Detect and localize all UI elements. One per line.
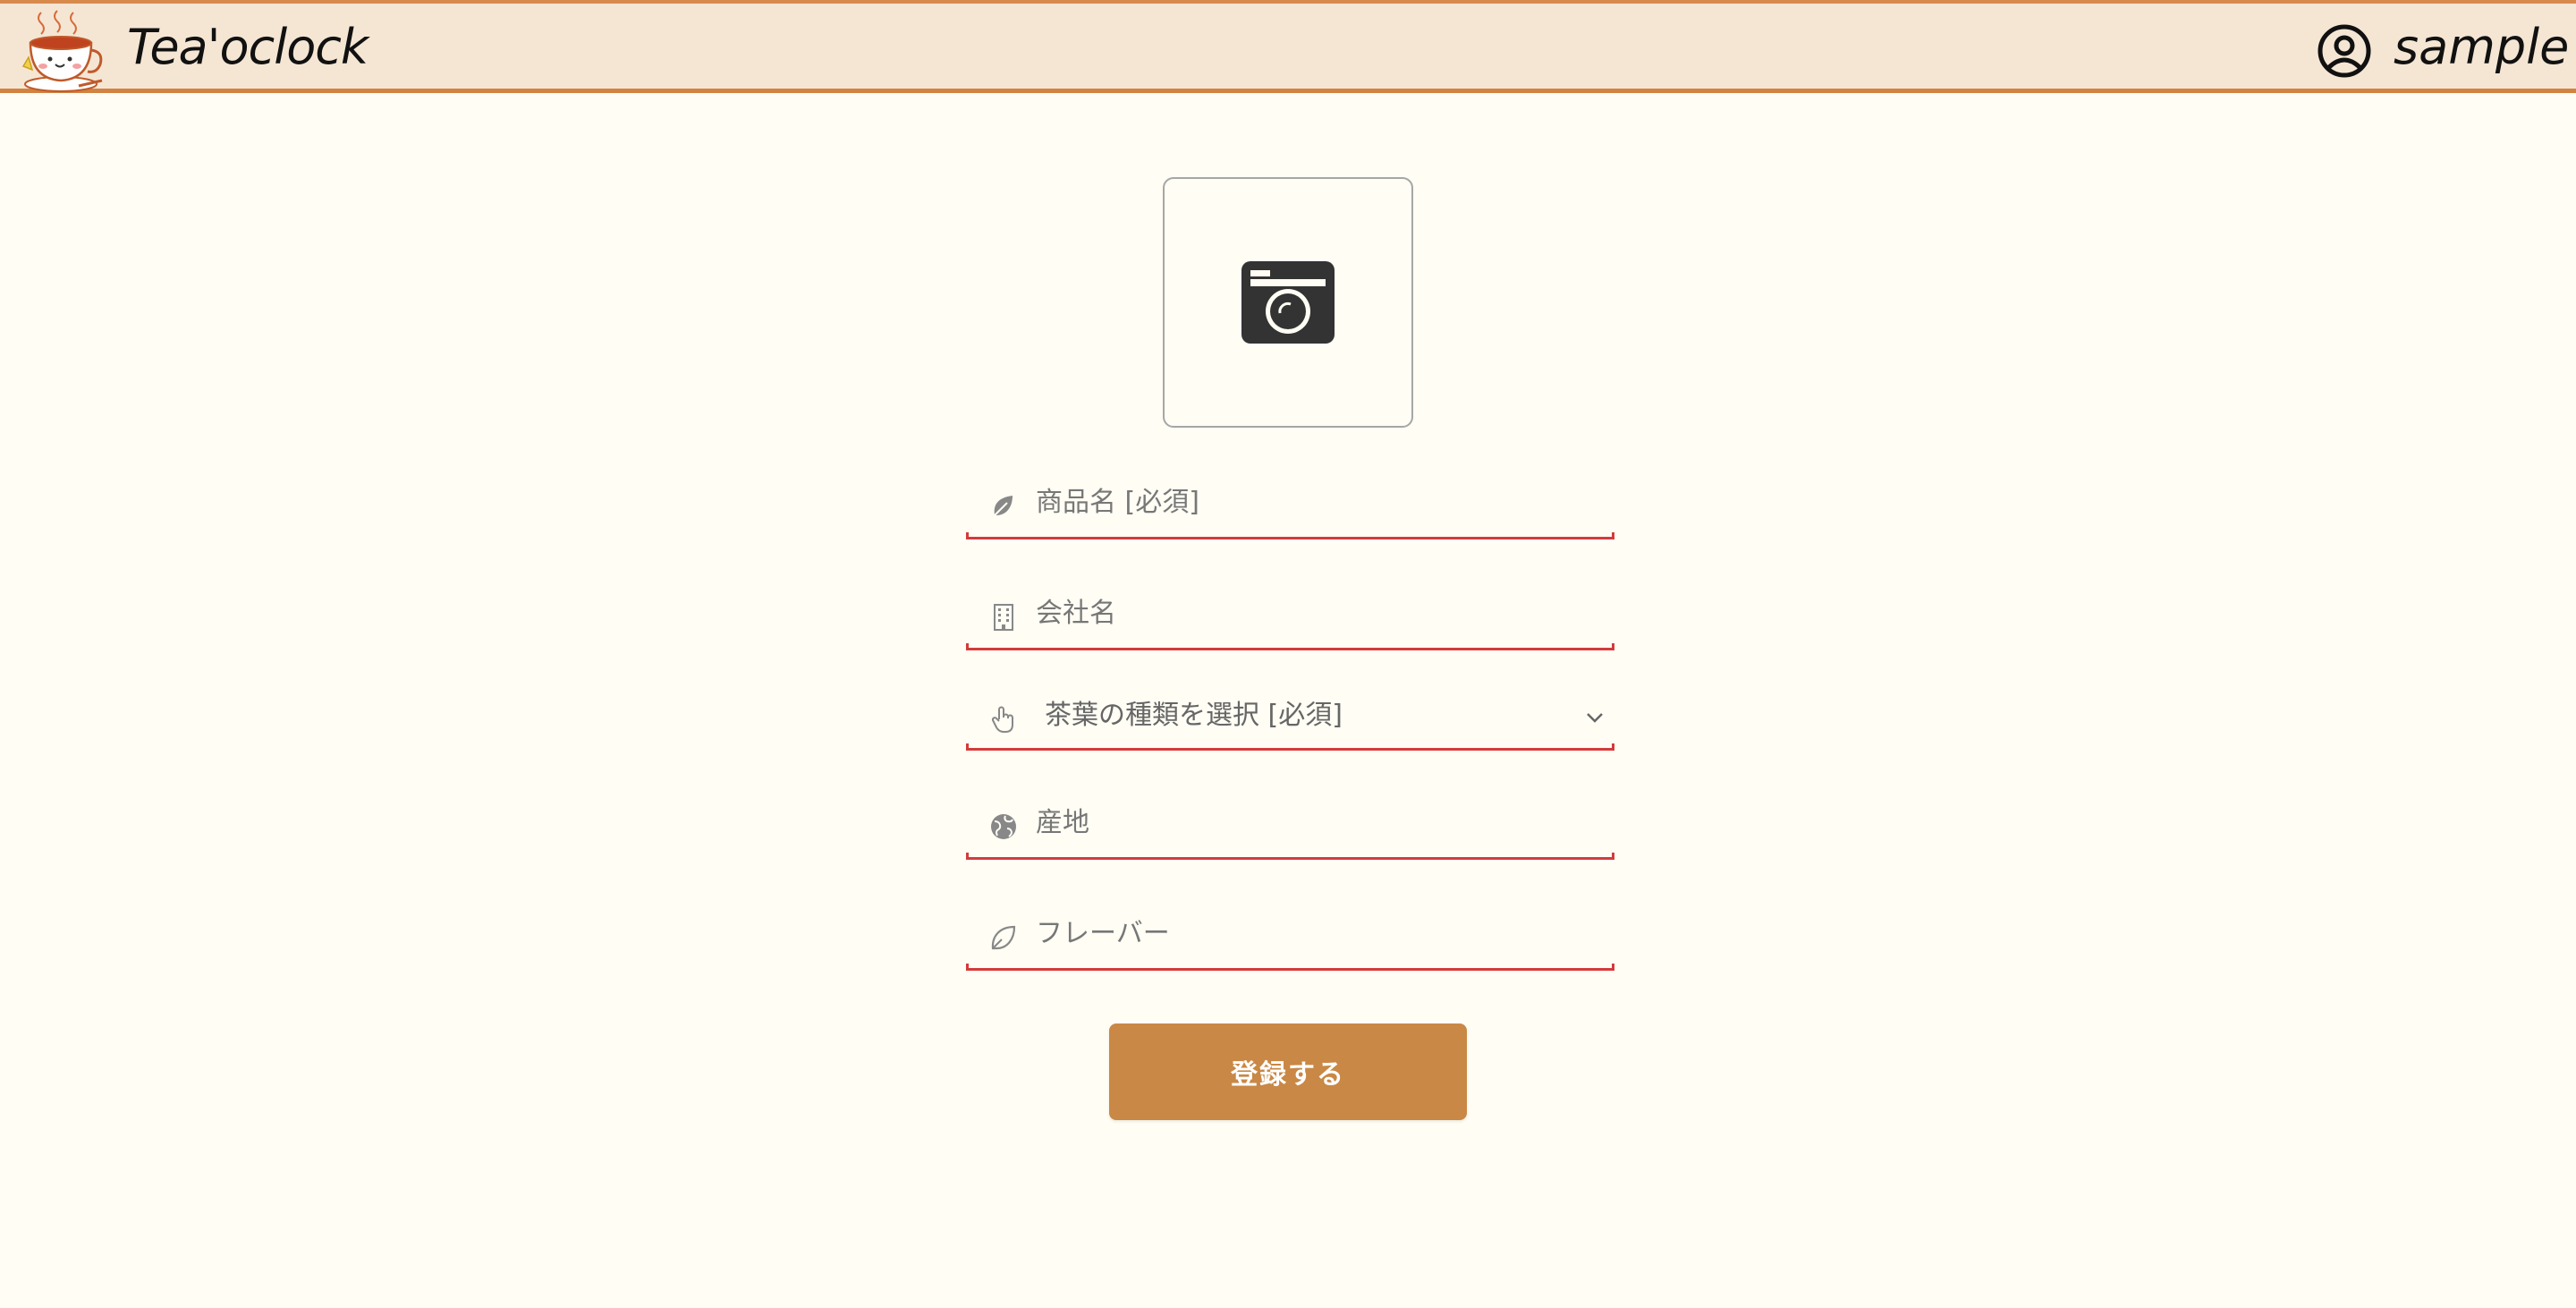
leaf-icon [994,496,1013,516]
flavor-input[interactable] [1036,911,1572,957]
app-title[interactable]: Tea'oclock [127,20,369,75]
image-upload-button[interactable] [1163,177,1413,428]
flavor-field [966,907,1614,971]
user-name[interactable]: sample [2394,20,2569,75]
tea-type-select-value: 茶葉の種類を選択 [必須] [1045,700,1343,731]
globe-icon [991,814,1016,839]
origin-input[interactable] [1036,800,1572,846]
company-name-input[interactable] [1036,590,1572,637]
leaf-outline-icon [991,925,1016,950]
product-name-input[interactable] [1036,480,1572,526]
submit-button[interactable]: 登録する [1109,1023,1467,1120]
chevron-down-icon [1587,713,1603,723]
app-header: Tea'oclock sample [0,0,2576,93]
camera-icon [1241,261,1335,344]
tea-type-select[interactable]: 茶葉の種類を選択 [必須] [966,687,1614,751]
company-name-field [966,587,1614,650]
pointing-hand-icon [991,706,1013,733]
origin-field [966,796,1614,860]
building-icon [994,604,1013,631]
product-name-field [966,476,1614,539]
teacup-mascot-icon[interactable] [16,9,107,93]
user-circle-icon[interactable] [2317,23,2372,79]
